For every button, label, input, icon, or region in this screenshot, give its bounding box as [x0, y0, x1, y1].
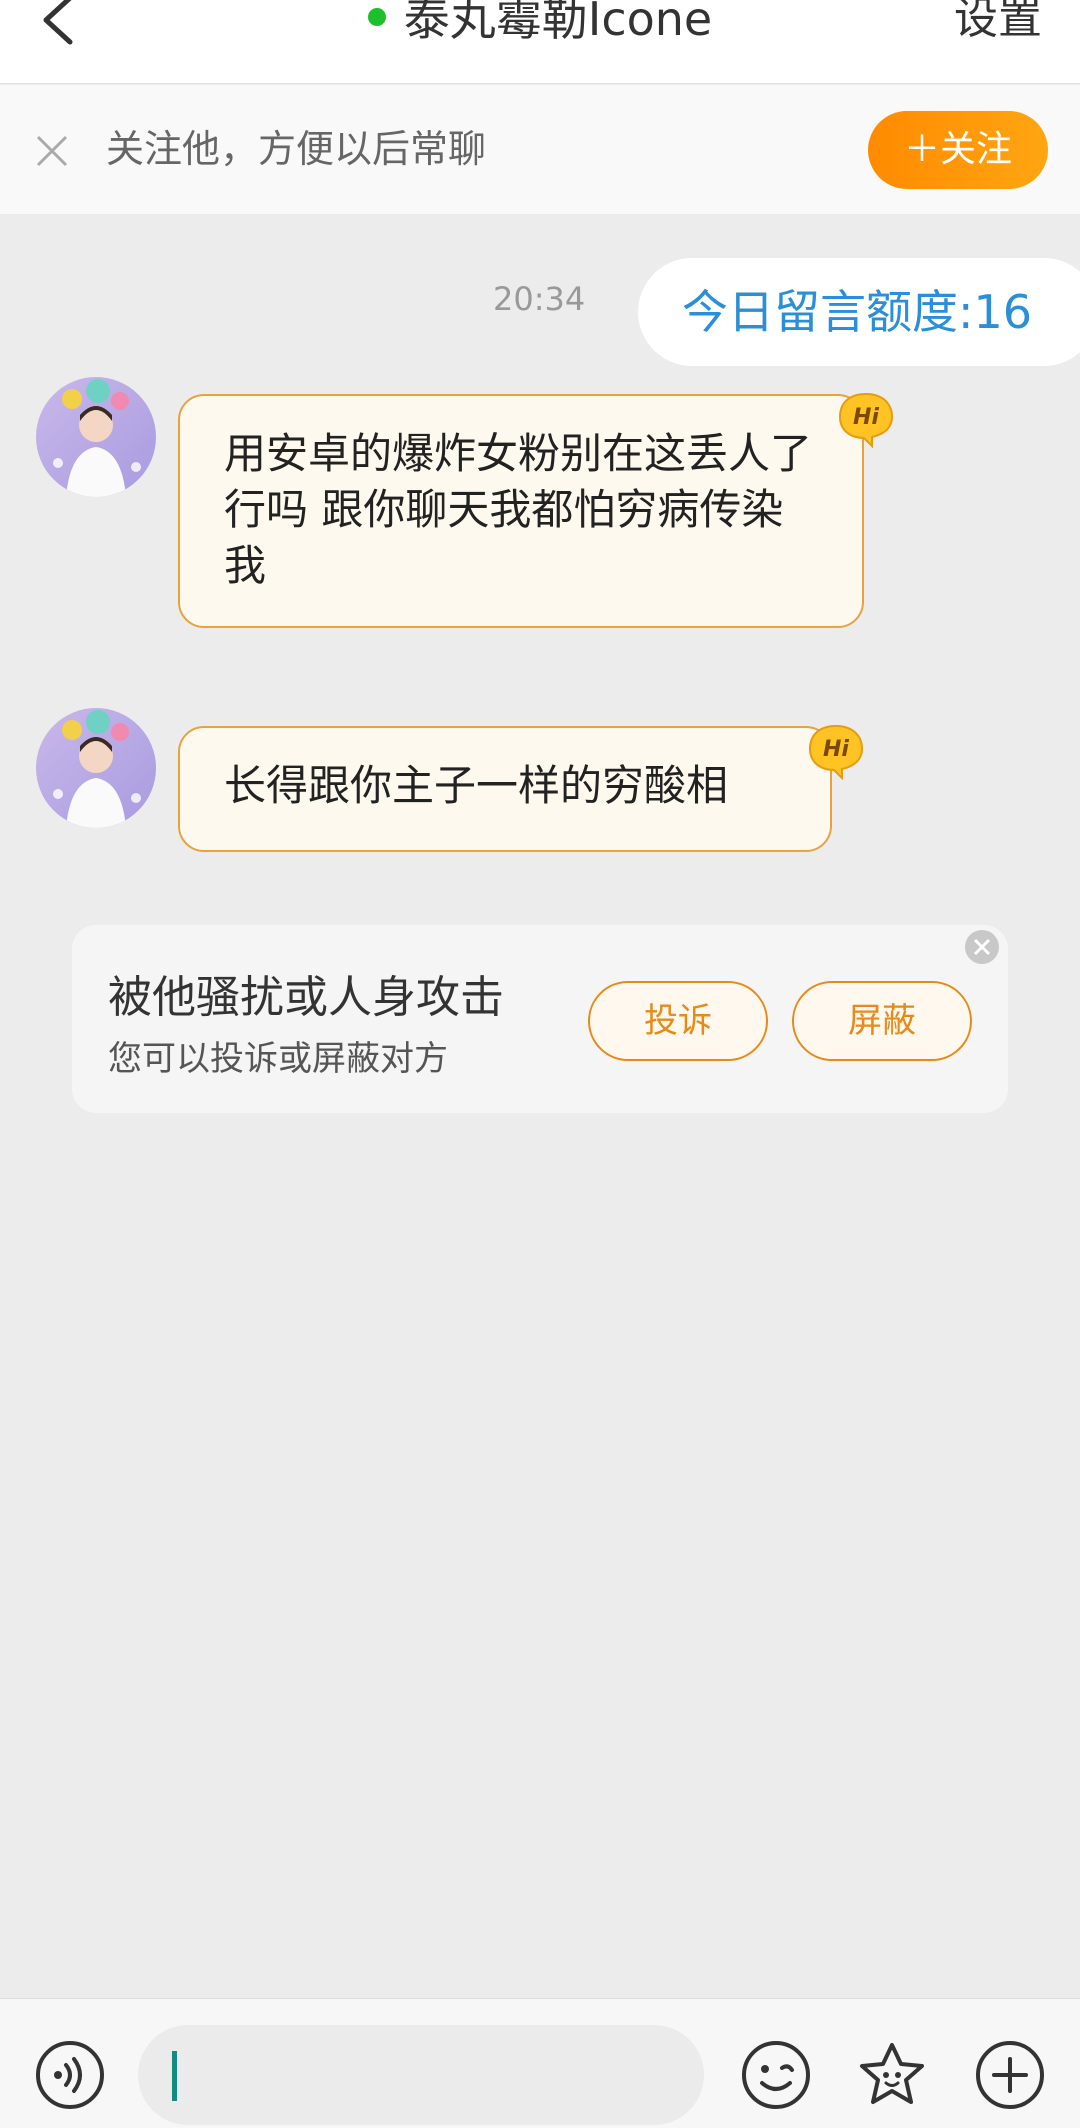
harassment-report-card: 被他骚扰或人身攻击 您可以投诉或屏蔽对方 投诉 屏蔽	[72, 925, 1008, 1113]
emoji-icon[interactable]	[740, 2039, 812, 2111]
close-icon[interactable]	[34, 133, 70, 169]
report-card-title: 被他骚扰或人身攻击	[108, 972, 504, 1023]
avatar-image	[36, 708, 156, 828]
voice-icon[interactable]	[34, 2039, 106, 2111]
avatar[interactable]	[36, 708, 156, 828]
report-card-subtitle: 您可以投诉或屏蔽对方	[108, 1039, 448, 1079]
follow-suggestion-bar: 关注他，方便以后常聊 ＋关注	[0, 85, 1080, 214]
plus-icon[interactable]	[974, 2039, 1046, 2111]
svg-text:Hi: Hi	[853, 405, 879, 430]
message-text: 用安卓的爆炸女粉别在这丢人了行吗 跟你聊天我都怕穷病传染我	[224, 429, 813, 590]
message-input-bar	[0, 1998, 1080, 2128]
message-input[interactable]	[138, 2025, 704, 2125]
sticker-icon[interactable]	[856, 2039, 928, 2111]
follow-prompt-text: 关注他，方便以后常聊	[106, 127, 487, 171]
chat-header: 泰丸霉勒Icone 设置	[0, 0, 1080, 84]
close-icon[interactable]	[964, 929, 1000, 965]
message-timestamp: 20:34	[493, 280, 586, 318]
message-bubble[interactable]: 用安卓的爆炸女粉别在这丢人了行吗 跟你聊天我都怕穷病传染我	[178, 394, 864, 628]
chat-title: 泰丸霉勒Icone	[0, 0, 1080, 54]
avatar[interactable]	[36, 377, 156, 497]
hi-badge-icon: Hi	[838, 392, 894, 448]
message-bubble[interactable]: 长得跟你主子一样的穷酸相	[178, 726, 832, 852]
contact-name: 泰丸霉勒Icone	[403, 0, 713, 46]
hi-badge-icon: Hi	[808, 724, 864, 780]
block-button[interactable]: 屏蔽	[792, 981, 972, 1061]
svg-text:Hi: Hi	[823, 737, 849, 762]
quota-bubble: 今日留言额度:16	[638, 258, 1080, 366]
complain-button[interactable]: 投诉	[588, 981, 768, 1061]
follow-button[interactable]: ＋关注	[868, 111, 1048, 189]
online-status-dot	[367, 7, 386, 26]
avatar-image	[36, 377, 156, 497]
message-text: 长得跟你主子一样的穷酸相	[224, 761, 729, 810]
settings-button[interactable]: 设置	[954, 0, 1042, 54]
text-cursor	[172, 2051, 177, 2101]
